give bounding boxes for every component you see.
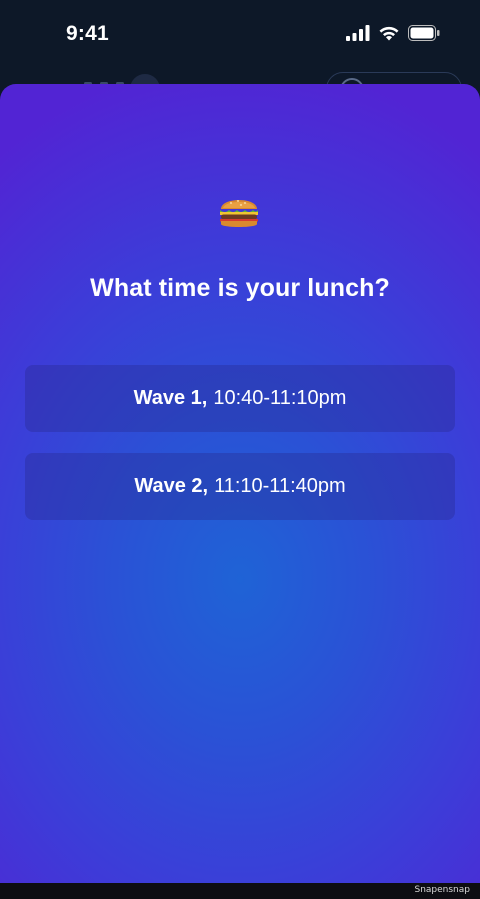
watermark: Snapensnap xyxy=(414,885,470,895)
status-time: 9:41 xyxy=(66,22,109,45)
wave-2-option[interactable]: Wave 2, 11:10-11:40pm xyxy=(25,453,455,520)
option-time: 11:10-11:40pm xyxy=(214,475,346,497)
option-time: 10:40-11:10pm xyxy=(213,387,347,409)
status-icons xyxy=(346,25,440,46)
lunch-time-sheet: What time is your lunch? Wave 1, 10:40-1… xyxy=(0,84,480,883)
bottom-bar: Snapensnap xyxy=(0,883,480,899)
status-bar: 9:41 xyxy=(0,0,480,72)
option-label: Wave 1, xyxy=(133,387,208,409)
wifi-icon xyxy=(378,25,400,46)
cellular-signal-icon xyxy=(346,25,370,46)
option-label: Wave 2, xyxy=(134,475,209,497)
hamburger-icon xyxy=(217,189,261,233)
wave-1-option[interactable]: Wave 1, 10:40-11:10pm xyxy=(25,365,455,432)
question-title: What time is your lunch? xyxy=(90,274,390,302)
battery-icon xyxy=(408,25,440,46)
